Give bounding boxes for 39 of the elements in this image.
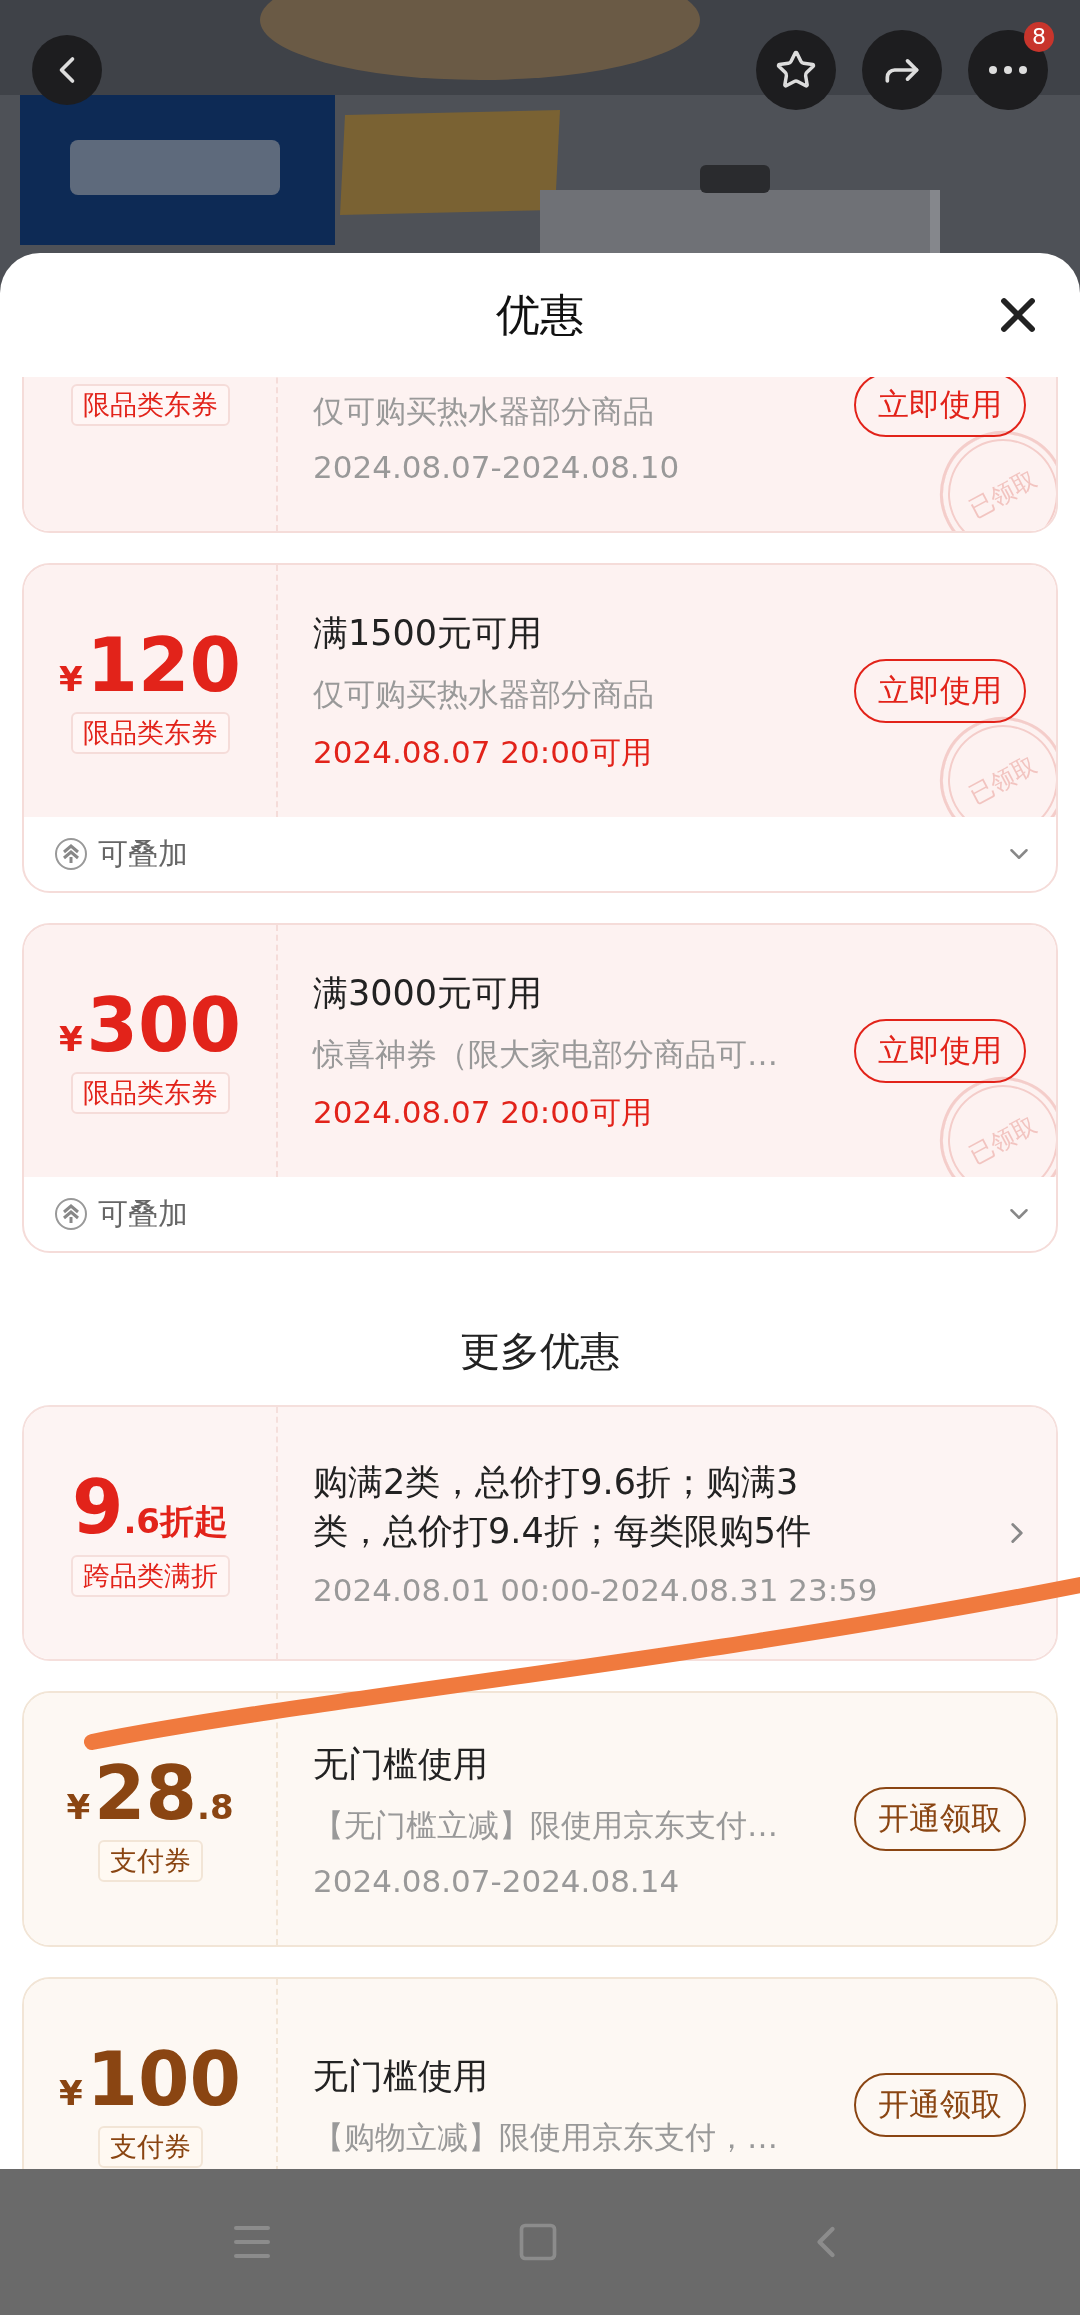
coupon-description: 【购物立减】限使用京东支付，… xyxy=(313,2117,779,2157)
coupon-date: 2024.08.07-2024.08.14 xyxy=(313,1862,681,1899)
coupon-title: 无门槛使用 xyxy=(313,1742,489,1786)
use-coupon-button[interactable]: 立即使用 xyxy=(854,1019,1026,1083)
star-icon xyxy=(775,49,817,91)
coupon-date: 2024.08.01 00:00-2024.08.31 23:59 xyxy=(313,1572,879,1608)
coupon-tag: 跨品类满折 xyxy=(70,1554,230,1597)
stack-icon xyxy=(54,1197,88,1231)
stackable-label: 可叠加 xyxy=(98,1194,189,1233)
coupon-tag: 支付券 xyxy=(97,2126,203,2168)
coupon-title: 满1500元可用 xyxy=(313,611,544,655)
coupon-date: 2024.08.07 20:00可用 xyxy=(313,732,653,772)
coupon-amount: ¥300 xyxy=(58,988,242,1062)
coupon-date: 2024.08.07 20:00可用 xyxy=(313,1092,653,1132)
coupon-amount: ¥120 xyxy=(58,628,242,702)
use-coupon-button[interactable]: 立即使用 xyxy=(854,377,1026,437)
coupon-description: 仅可购买热水器部分商品 xyxy=(313,674,655,714)
more-icon xyxy=(989,66,1027,74)
coupon-tag: 限品类东券 xyxy=(70,712,230,754)
coupon-amount: 9.6折起 xyxy=(71,1469,229,1545)
coupon-description: 【无门槛立减】限使用京东支付… xyxy=(313,1805,779,1845)
coupon-tag: 限品类东券 xyxy=(70,384,230,426)
coupon-title: 无门槛使用 xyxy=(313,2054,489,2098)
stack-icon xyxy=(54,837,88,871)
use-coupon-button[interactable]: 开通领取 xyxy=(854,2073,1026,2137)
stackable-label: 可叠加 xyxy=(98,834,189,873)
coupon-title: 满3000元可用 xyxy=(313,971,544,1015)
coupon-amount: ¥28.8 xyxy=(66,1756,234,1830)
coupon-title: 购满2类，总价打9.6折；购满3类，总价打9.4折；每类限购5件 xyxy=(313,1461,812,1553)
coupon-description: 仅可购买热水器部分商品 xyxy=(313,391,655,431)
use-coupon-button[interactable]: 立即使用 xyxy=(854,659,1026,723)
coupon-tag: 支付券 xyxy=(97,1840,203,1882)
coupon-description: 惊喜神券（限大家电部分商品可… xyxy=(313,1034,779,1074)
coupon-amount: ¥100 xyxy=(58,2042,242,2116)
coupon-tag: 限品类东券 xyxy=(70,1072,230,1114)
use-coupon-button[interactable]: 开通领取 xyxy=(854,1787,1026,1851)
sheet-title: 优惠 xyxy=(496,287,584,342)
coupon-date: 2024.08.07-2024.08.10 xyxy=(313,448,681,485)
section-title: 更多优惠 xyxy=(459,1327,621,1376)
